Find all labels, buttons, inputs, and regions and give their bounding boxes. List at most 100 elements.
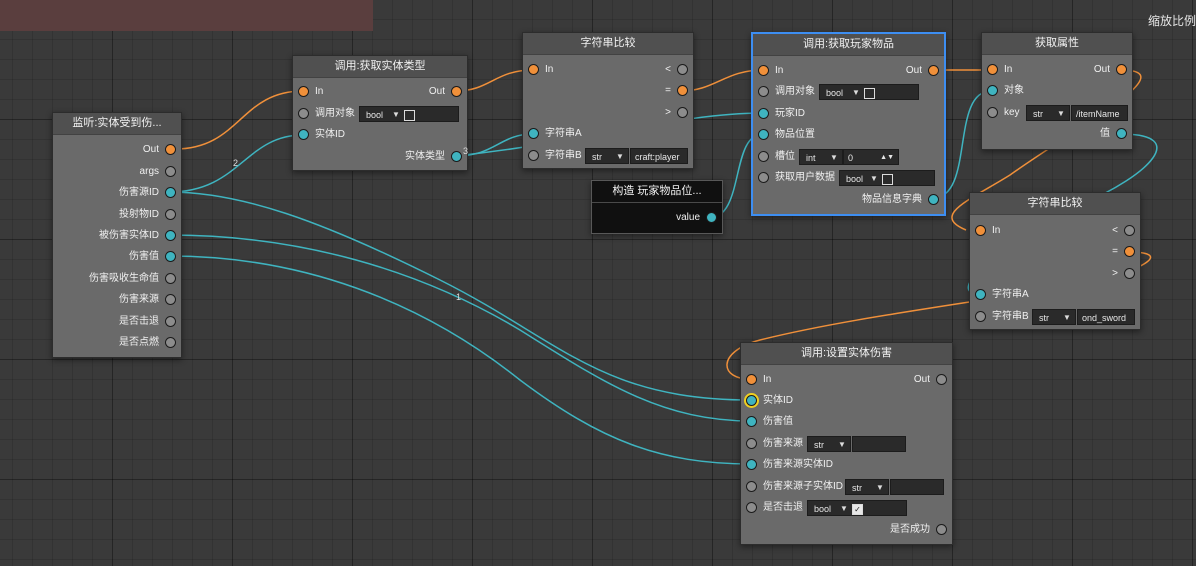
data-in-pin-icon[interactable] <box>528 150 539 161</box>
checkbox-icon[interactable] <box>864 88 875 99</box>
exec-out-pin-icon[interactable] <box>1116 64 1127 75</box>
data-out-pin-icon[interactable] <box>165 230 176 241</box>
checkbox-checked-icon[interactable]: ✓ <box>852 504 863 515</box>
pin-label: In <box>315 86 324 97</box>
string-compare-node[interactable]: 字符串比较 In < = > 字符串A 字符串B str ▼ ond_sword <box>969 192 1141 330</box>
data-in-pin-icon[interactable] <box>987 85 998 96</box>
data-in-pin-icon[interactable] <box>746 416 757 427</box>
exec-out-pin-icon[interactable] <box>928 65 939 76</box>
data-in-pin-icon[interactable] <box>987 107 998 118</box>
type-dropdown[interactable]: int ▼ <box>799 149 843 165</box>
type-dropdown[interactable]: str ▼ <box>807 436 851 452</box>
string-value-field[interactable]: ond_sword <box>1077 309 1135 325</box>
data-out-pin-icon[interactable] <box>165 209 176 220</box>
data-in-pin-icon[interactable] <box>758 86 769 97</box>
pin-label: = <box>1112 246 1118 257</box>
dropdown-arrow-icon: ▼ <box>392 110 400 119</box>
exec-in-pin-icon[interactable] <box>987 64 998 75</box>
dropdown-arrow-icon: ▼ <box>830 153 838 162</box>
type-dropdown[interactable]: str ▼ <box>585 148 629 164</box>
data-in-pin-icon[interactable] <box>298 108 309 119</box>
exec-in-pin-icon[interactable] <box>298 86 309 97</box>
stepper-icon[interactable]: ▲▼ <box>880 150 894 164</box>
listener-damage-node[interactable]: 监听:实体受到伤... Out args 伤害源ID 投射物ID 被伤害实体ID… <box>52 112 182 358</box>
exec-out-pin-icon[interactable] <box>677 107 688 118</box>
pin-label: 玩家ID <box>775 108 805 119</box>
get-entity-type-node[interactable]: 调用:获取实体类型 In Out 调用对象 bool ▼ 实体ID 实体类型 <box>292 55 468 171</box>
slot-number-field[interactable]: 0 ▲▼ <box>843 149 899 165</box>
exec-out-pin-icon[interactable] <box>165 144 176 155</box>
type-dropdown[interactable]: str ▼ <box>845 479 889 495</box>
type-dropdown[interactable]: bool ▼ <box>839 170 935 186</box>
data-in-pin-icon[interactable] <box>975 289 986 300</box>
data-out-pin-icon[interactable] <box>165 273 176 284</box>
exec-in-pin-icon[interactable] <box>528 64 539 75</box>
data-in-pin-icon[interactable] <box>758 108 769 119</box>
data-in-pin-icon[interactable] <box>758 151 769 162</box>
cause-value-field[interactable] <box>852 436 906 452</box>
exec-out-pin-icon[interactable] <box>1124 268 1135 279</box>
type-dropdown[interactable]: bool ▼ ✓ <box>807 500 907 516</box>
data-in-pin-icon[interactable] <box>298 129 309 140</box>
node-title: 调用:获取玩家物品 <box>753 34 944 56</box>
data-out-pin-icon[interactable] <box>936 524 947 535</box>
data-in-pin-icon[interactable] <box>758 129 769 140</box>
pin-row-absorb: 伤害吸收生命值 <box>53 269 181 289</box>
pin-row-knock: 是否击退 bool ▼ ✓ <box>741 498 952 518</box>
pin-row-slot: 槽位 int ▼ 0 ▲▼ <box>753 147 944 167</box>
data-out-pin-icon[interactable] <box>165 316 176 327</box>
data-in-pin-icon[interactable] <box>528 128 539 139</box>
exec-out-pin-icon[interactable] <box>1124 225 1135 236</box>
data-out-pin-icon[interactable] <box>451 151 462 162</box>
key-value-field[interactable]: /itemName <box>1071 105 1128 121</box>
data-in-pin-icon[interactable] <box>746 438 757 449</box>
data-out-pin-icon[interactable] <box>165 187 176 198</box>
type-dropdown[interactable]: str ▼ <box>1026 105 1070 121</box>
exec-in-pin-icon[interactable] <box>746 374 757 385</box>
exec-out-pin-icon[interactable] <box>677 64 688 75</box>
pin-label: Out <box>428 86 445 97</box>
data-wire <box>168 255 752 465</box>
checkbox-icon[interactable] <box>882 174 893 185</box>
exec-in-pin-icon[interactable] <box>758 65 769 76</box>
pin-row-args: args <box>53 162 181 182</box>
data-in-pin-icon[interactable] <box>758 172 769 183</box>
pin-label: Out <box>1093 64 1110 75</box>
checkbox-icon[interactable] <box>404 110 415 121</box>
data-out-pin-icon[interactable] <box>1116 128 1127 139</box>
type-dropdown[interactable]: bool ▼ <box>359 106 459 122</box>
pin-row-src-child-id: 伤害来源子实体ID str ▼ <box>741 477 952 497</box>
pin-row-knock: 是否击退 <box>53 312 181 332</box>
src-child-value-field[interactable] <box>890 479 944 495</box>
exec-out-pin-icon[interactable] <box>1124 246 1135 257</box>
exec-out-pin-icon[interactable] <box>451 86 462 97</box>
pin-row-value: value <box>592 208 722 228</box>
pin-row-gt: > <box>970 264 1140 284</box>
pin-label: 伤害来源子实体ID <box>763 481 843 492</box>
exec-in-pin-icon[interactable] <box>975 225 986 236</box>
get-player-item-node[interactable]: 调用:获取玩家物品 In Out 调用对象 bool ▼ 玩家ID 物品位置 槽… <box>751 32 946 216</box>
string-compare-node[interactable]: 字符串比较 In < = > 字符串A 字符串B str ▼ craft:pla… <box>522 32 694 169</box>
data-out-pin-icon[interactable] <box>165 166 176 177</box>
data-out-pin-icon[interactable] <box>165 337 176 348</box>
dropdown-arrow-icon: ▼ <box>1063 313 1071 322</box>
get-attribute-node[interactable]: 获取属性 In Out 对象 key str ▼ /itemName 值 <box>981 32 1133 150</box>
data-out-pin-icon[interactable] <box>165 294 176 305</box>
exec-out-pin-icon[interactable] <box>936 374 947 385</box>
data-in-pin-icon[interactable] <box>975 311 986 322</box>
string-value-field[interactable]: craft:player <box>630 148 688 164</box>
data-out-pin-icon[interactable] <box>706 212 717 223</box>
data-in-pin-icon[interactable] <box>746 481 757 492</box>
type-dropdown[interactable]: bool ▼ <box>819 84 919 100</box>
exec-out-pin-icon[interactable] <box>677 85 688 96</box>
type-dropdown[interactable]: str ▼ <box>1032 309 1076 325</box>
data-out-pin-icon[interactable] <box>928 194 939 205</box>
data-in-pin-icon[interactable] <box>746 502 757 513</box>
data-in-pin-icon[interactable] <box>746 395 757 406</box>
pin-label: 伤害来源实体ID <box>763 459 833 470</box>
data-in-pin-icon[interactable] <box>746 459 757 470</box>
construct-item-position-node[interactable]: 构造 玩家物品位... value <box>591 180 723 234</box>
data-out-pin-icon[interactable] <box>165 251 176 262</box>
set-entity-damage-node[interactable]: 调用:设置实体伤害 In Out 实体ID 伤害值 伤害来源 str ▼ 伤害来… <box>740 342 953 545</box>
pin-row-in-out: In Out <box>293 82 467 102</box>
